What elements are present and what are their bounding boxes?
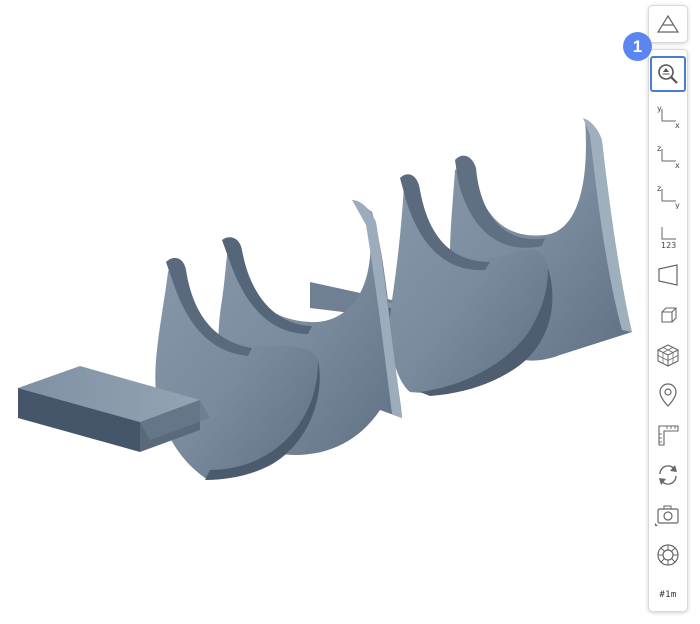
svg-text:x: x: [675, 121, 680, 129]
toggle-view-button[interactable]: [648, 5, 688, 43]
svg-text:y: y: [675, 201, 680, 209]
settings-button[interactable]: [650, 537, 686, 573]
mesh-cube-icon: [657, 344, 679, 367]
zoom-fit-button[interactable]: [650, 56, 686, 92]
svg-text:y: y: [657, 104, 662, 113]
view-xy-button[interactable]: y x: [650, 97, 686, 133]
scale-button[interactable]: #1m: [650, 577, 686, 613]
perspective-plane-icon: [658, 264, 678, 286]
scale-label: #1m: [659, 590, 677, 600]
screenshot-button[interactable]: [650, 497, 686, 533]
rotate-arrows-icon: [659, 465, 677, 485]
box-view-button[interactable]: [650, 297, 686, 333]
svg-text:x: x: [675, 161, 680, 169]
svg-text:z: z: [657, 184, 661, 193]
view-zx-button[interactable]: z x: [650, 137, 686, 173]
axis-iso-icon: 123: [661, 227, 676, 249]
measure-button[interactable]: [650, 417, 686, 453]
auger-3d-model[interactable]: [0, 0, 640, 624]
axis-zx-icon: z x: [657, 144, 680, 169]
axis-xy-icon: y x: [657, 104, 680, 129]
axis-zy-icon: z y: [657, 184, 680, 209]
rotate-button[interactable]: [650, 457, 686, 493]
view-iso-button[interactable]: 123: [650, 217, 686, 253]
mesh-view-button[interactable]: [650, 337, 686, 373]
perspective-button[interactable]: [650, 257, 686, 293]
pin-button[interactable]: [650, 377, 686, 413]
ruler-corner-icon: [658, 425, 679, 446]
view-toolbar: y x z x z y 123 #1m: [648, 49, 688, 612]
svg-text:123: 123: [661, 241, 676, 249]
camera-icon: [655, 505, 679, 526]
pyramid-outline-icon: [657, 14, 679, 33]
3d-viewport[interactable]: y x z x z y 123 #1m 1: [0, 0, 700, 624]
step-badge: 1: [623, 32, 652, 61]
map-pin-icon: [659, 383, 677, 407]
ring-settings-icon: [657, 544, 679, 566]
view-zy-button[interactable]: z y: [650, 177, 686, 213]
cube-outline-icon: [661, 307, 677, 323]
zoom-fit-icon: [658, 64, 678, 84]
svg-text:z: z: [657, 144, 661, 153]
